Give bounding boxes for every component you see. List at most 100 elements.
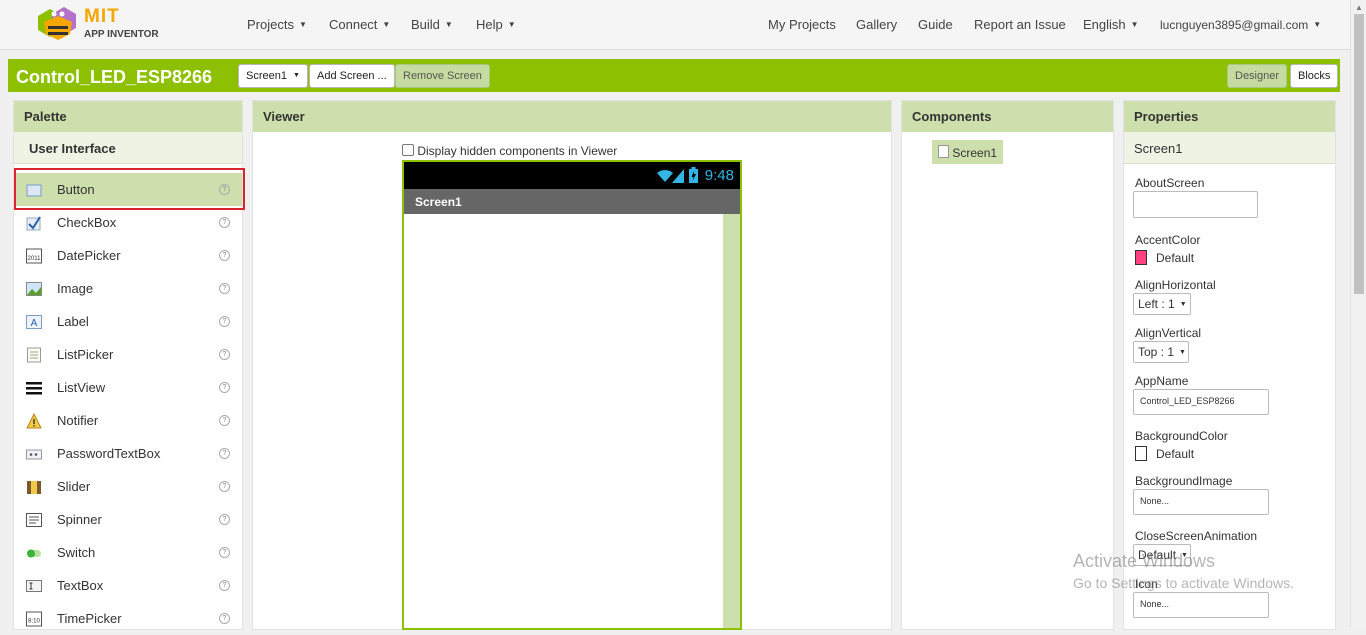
app-name-label: AppName — [1135, 374, 1189, 388]
help-icon[interactable]: ? — [219, 316, 230, 327]
datepicker-icon: 2011 — [26, 248, 42, 264]
remove-screen-button[interactable]: Remove Screen — [395, 64, 490, 88]
align-horizontal-value: Left : 1 — [1138, 297, 1175, 311]
properties-title: Properties — [1124, 101, 1335, 132]
accent-color-label: AccentColor — [1135, 233, 1201, 247]
palette-item-switch[interactable]: Switch ? — [14, 536, 242, 569]
help-icon[interactable]: ? — [219, 448, 230, 459]
caret-down-icon: ▼ — [1179, 349, 1186, 356]
scroll-up-arrow-icon[interactable]: ▲ — [1355, 3, 1363, 12]
background-color-value[interactable]: Default — [1156, 447, 1194, 461]
properties-component-name: Screen1 — [1124, 132, 1335, 164]
hidden-components-checkbox[interactable] — [402, 144, 414, 156]
palette-item-label: DatePicker — [57, 248, 121, 263]
palette-item-label: Image — [57, 281, 94, 296]
about-screen-textarea[interactable] — [1133, 191, 1258, 218]
caret-down-icon: ▼ — [1130, 20, 1139, 29]
phone-preview[interactable]: 9:48 Screen1 — [402, 160, 742, 630]
help-icon[interactable]: ? — [219, 250, 230, 261]
palette-item-textbox[interactable]: TextBox ? — [14, 569, 242, 602]
palette-item-slider[interactable]: Slider ? — [14, 470, 242, 503]
timepicker-glyph: 8:10 — [28, 619, 40, 625]
background-image-picker[interactable]: None... — [1133, 489, 1269, 515]
label-glyph: A — [31, 318, 38, 329]
logo-app-inventor-text: APP INVENTOR — [84, 29, 159, 40]
menu-connect[interactable]: Connect ▼ — [329, 17, 390, 32]
logo-mit-text: MIT — [84, 6, 120, 27]
account-menu[interactable]: lucnguyen3895@gmail.com ▼ — [1160, 18, 1321, 32]
component-tree-screen1[interactable]: Screen1 — [932, 140, 1003, 164]
help-icon[interactable]: ? — [219, 613, 230, 624]
menu-projects[interactable]: Projects ▼ — [247, 17, 307, 32]
hidden-components-toggle[interactable]: Display hidden components in Viewer — [402, 144, 617, 158]
blocks-button[interactable]: Blocks — [1290, 64, 1339, 88]
align-vertical-select[interactable]: Top : 1 ▼ — [1133, 341, 1189, 363]
help-icon[interactable]: ? — [219, 580, 230, 591]
palette-item-label: Slider — [57, 479, 91, 494]
help-icon[interactable]: ? — [219, 382, 230, 393]
image-icon — [26, 282, 42, 296]
link-report-issue[interactable]: Report an Issue — [974, 17, 1066, 32]
palette-item-timepicker[interactable]: 8:10 TimePicker ? — [14, 602, 242, 635]
palette-item-passwordtextbox[interactable]: PasswordTextBox ? — [14, 437, 242, 470]
language-menu[interactable]: English ▼ — [1083, 17, 1139, 32]
listview-icon — [26, 382, 42, 395]
link-gallery[interactable]: Gallery — [856, 17, 897, 32]
add-screen-button[interactable]: Add Screen ... — [309, 64, 395, 88]
help-icon[interactable]: ? — [219, 415, 230, 426]
menu-help[interactable]: Help ▼ — [476, 17, 516, 32]
caret-down-icon: ▼ — [382, 20, 391, 29]
top-navigation: MIT APP INVENTOR Projects ▼ Connect ▼ Buil… — [0, 0, 1350, 50]
help-icon[interactable]: ? — [219, 283, 230, 294]
slider-icon — [27, 481, 41, 494]
help-icon[interactable]: ? — [219, 481, 230, 492]
designer-button[interactable]: Designer — [1227, 64, 1288, 88]
hidden-components-label: Display hidden components in Viewer — [417, 144, 618, 158]
palette-section-user-interface[interactable]: User Interface — [14, 132, 242, 164]
align-horizontal-select[interactable]: Left : 1 ▼ — [1133, 293, 1191, 315]
screen-select[interactable]: Screen1 ▼ — [238, 64, 308, 88]
viewer-title: Viewer — [253, 101, 891, 132]
activate-windows-title: Activate Windows — [1073, 551, 1216, 571]
menu-build[interactable]: Build ▼ — [411, 17, 453, 32]
palette-item-spinner[interactable]: Spinner ? — [14, 503, 242, 536]
phone-clock: 9:48 — [704, 167, 734, 184]
datepicker-glyph: 2011 — [28, 256, 42, 262]
button-selection-highlight — [14, 168, 245, 210]
palette-item-checkbox[interactable]: CheckBox ? — [14, 206, 242, 239]
page-scrollbar[interactable]: ▲ — [1350, 0, 1366, 627]
palette-item-datepicker[interactable]: 2011 DatePicker ? — [14, 239, 242, 272]
components-title: Components — [902, 101, 1113, 132]
project-name: Control_LED_ESP8266 — [16, 67, 213, 87]
palette-item-image[interactable]: Image ? — [14, 272, 242, 305]
link-my-projects[interactable]: My Projects — [768, 17, 836, 32]
palette-item-listpicker[interactable]: ListPicker ? — [14, 338, 242, 371]
background-color-swatch[interactable] — [1135, 446, 1147, 461]
phone-scrollbar[interactable] — [723, 214, 740, 628]
palette-item-listview[interactable]: ListView ? — [14, 371, 242, 404]
palette-item-label[interactable]: A Label ? — [14, 305, 242, 338]
close-screen-animation-label: CloseScreenAnimation — [1135, 529, 1258, 543]
scrollbar-thumb[interactable] — [1354, 14, 1364, 294]
about-screen-label: AboutScreen — [1135, 176, 1205, 190]
palette-item-label: Notifier — [57, 413, 99, 428]
palette-item-notifier[interactable]: Notifier ? — [14, 404, 242, 437]
link-guide[interactable]: Guide — [918, 17, 953, 32]
accent-color-value[interactable]: Default — [1156, 251, 1194, 265]
accent-color-swatch[interactable] — [1135, 250, 1147, 265]
help-icon[interactable]: ? — [219, 349, 230, 360]
palette-item-label: PasswordTextBox — [57, 446, 161, 461]
help-icon[interactable]: ? — [219, 547, 230, 558]
mit-app-inventor-logo[interactable]: MIT APP INVENTOR — [36, 4, 166, 44]
app-name-input[interactable]: Control_LED_ESP8266 — [1133, 389, 1269, 415]
caret-down-icon: ▼ — [1179, 301, 1187, 308]
help-icon[interactable]: ? — [219, 217, 230, 228]
icon-picker[interactable]: None... — [1133, 592, 1269, 618]
checkbox-icon — [26, 216, 41, 231]
label-icon: A — [26, 315, 42, 329]
palette-item-label: TextBox — [57, 578, 104, 593]
account-email: lucnguyen3895@gmail.com — [1160, 18, 1309, 32]
help-icon[interactable]: ? — [219, 514, 230, 525]
timepicker-icon: 8:10 — [26, 611, 42, 627]
align-vertical-value: Top : 1 — [1138, 345, 1175, 359]
